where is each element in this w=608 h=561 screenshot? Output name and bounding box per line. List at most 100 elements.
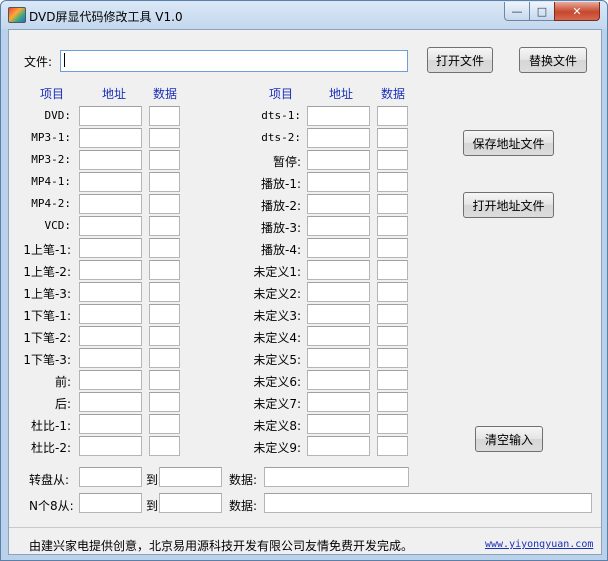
left-item-header: 项目 <box>40 87 65 101</box>
right-address-input[interactable] <box>307 282 370 302</box>
left-address-input[interactable] <box>79 260 142 280</box>
right-item-label: 未定义1: <box>253 265 301 279</box>
left-data-input[interactable] <box>149 194 180 214</box>
right-address-input[interactable] <box>307 194 370 214</box>
left-data-input[interactable] <box>149 348 180 368</box>
right-data-input[interactable] <box>377 414 408 434</box>
left-address-input[interactable] <box>79 238 142 258</box>
replace-file-button[interactable]: 替换文件 <box>519 47 587 73</box>
left-address-input[interactable] <box>79 370 142 390</box>
left-address-input[interactable] <box>79 150 142 170</box>
right-data-input[interactable] <box>377 370 408 390</box>
save-address-file-button[interactable]: 保存地址文件 <box>463 130 554 156</box>
left-data-input[interactable] <box>149 172 180 192</box>
left-address-input[interactable] <box>79 414 142 434</box>
right-item-label: 未定义4: <box>253 331 301 345</box>
right-address-input[interactable] <box>307 348 370 368</box>
left-address-input[interactable] <box>79 326 142 346</box>
right-item-label: 暂停: <box>272 155 301 169</box>
left-address-input[interactable] <box>79 348 142 368</box>
left-address-input[interactable] <box>79 128 142 148</box>
left-item-label: 前: <box>54 375 71 389</box>
left-data-input[interactable] <box>149 128 180 148</box>
right-address-input[interactable] <box>307 304 370 324</box>
footer-divider <box>9 527 601 528</box>
right-address-input[interactable] <box>307 260 370 280</box>
left-item-label: 后: <box>54 397 71 411</box>
n8-data-input[interactable] <box>264 493 592 513</box>
left-address-input[interactable] <box>79 216 142 236</box>
minimize-icon: — <box>511 4 523 18</box>
n8-to-input[interactable] <box>159 493 222 513</box>
right-address-input[interactable] <box>307 392 370 412</box>
minimize-button[interactable]: — <box>504 2 530 21</box>
right-address-input[interactable] <box>307 414 370 434</box>
left-data-input[interactable] <box>149 392 180 412</box>
left-address-input[interactable] <box>79 436 142 456</box>
right-data-input[interactable] <box>377 282 408 302</box>
right-address-input[interactable] <box>307 436 370 456</box>
app-window: DVD屏显代码修改工具 V1.0 — □ ✕ 文件: 打开文件 替换文件 项目 … <box>0 0 608 561</box>
close-button[interactable]: ✕ <box>554 2 600 21</box>
right-data-input[interactable] <box>377 238 408 258</box>
open-address-file-button[interactable]: 打开地址文件 <box>463 192 554 218</box>
right-data-input[interactable] <box>377 348 408 368</box>
left-data-input[interactable] <box>149 370 180 390</box>
right-item-label: 未定义2: <box>253 287 301 301</box>
dial-to-input[interactable] <box>159 467 222 487</box>
website-link[interactable]: www.yiyongyuan.com <box>485 539 593 550</box>
left-item-label: MP4-1: <box>31 175 71 188</box>
left-data-input[interactable] <box>149 414 180 434</box>
n8-from-input[interactable] <box>79 493 142 513</box>
right-data-input[interactable] <box>377 216 408 236</box>
right-address-input[interactable] <box>307 172 370 192</box>
right-address-input[interactable] <box>307 128 370 148</box>
dial-from-input[interactable] <box>79 467 142 487</box>
left-address-input[interactable] <box>79 392 142 412</box>
left-item-label: 杜比-2: <box>30 441 71 455</box>
right-item-label: dts-1: <box>261 109 301 122</box>
right-item-label: dts-2: <box>261 131 301 144</box>
right-address-input[interactable] <box>307 106 370 126</box>
left-address-input[interactable] <box>79 106 142 126</box>
client-area: 文件: 打开文件 替换文件 项目 地址 数据 项目 地址 数据 DVD: MP3-… <box>8 29 602 555</box>
dial-data-input[interactable] <box>264 467 409 487</box>
left-data-input[interactable] <box>149 216 180 236</box>
right-data-input[interactable] <box>377 128 408 148</box>
right-data-input[interactable] <box>377 304 408 324</box>
right-address-input[interactable] <box>307 238 370 258</box>
right-data-input[interactable] <box>377 106 408 126</box>
right-item-label: 未定义3: <box>253 309 301 323</box>
left-address-input[interactable] <box>79 194 142 214</box>
right-data-input[interactable] <box>377 194 408 214</box>
open-file-button[interactable]: 打开文件 <box>427 47 493 73</box>
left-data-input[interactable] <box>149 150 180 170</box>
left-data-input[interactable] <box>149 326 180 346</box>
right-data-input[interactable] <box>377 436 408 456</box>
right-data-input[interactable] <box>377 172 408 192</box>
left-data-header: 数据 <box>153 87 178 101</box>
right-address-input[interactable] <box>307 326 370 346</box>
left-address-input[interactable] <box>79 282 142 302</box>
left-address-input[interactable] <box>79 304 142 324</box>
left-data-input[interactable] <box>149 106 180 126</box>
left-data-input[interactable] <box>149 238 180 258</box>
right-address-input[interactable] <box>307 150 370 170</box>
left-data-input[interactable] <box>149 260 180 280</box>
left-data-input[interactable] <box>149 304 180 324</box>
right-data-input[interactable] <box>377 260 408 280</box>
file-path-input[interactable] <box>60 50 408 72</box>
right-data-input[interactable] <box>377 326 408 346</box>
left-data-input[interactable] <box>149 282 180 302</box>
right-data-input[interactable] <box>377 392 408 412</box>
left-data-input[interactable] <box>149 436 180 456</box>
left-item-label: MP3-1: <box>31 131 71 144</box>
maximize-button[interactable]: □ <box>529 2 555 21</box>
right-item-label: 未定义6: <box>253 375 301 389</box>
right-address-input[interactable] <box>307 216 370 236</box>
right-data-input[interactable] <box>377 150 408 170</box>
left-address-input[interactable] <box>79 172 142 192</box>
right-address-input[interactable] <box>307 370 370 390</box>
clear-input-button[interactable]: 清空输入 <box>475 426 543 452</box>
dial-from-label: 转盘从: <box>29 473 70 487</box>
